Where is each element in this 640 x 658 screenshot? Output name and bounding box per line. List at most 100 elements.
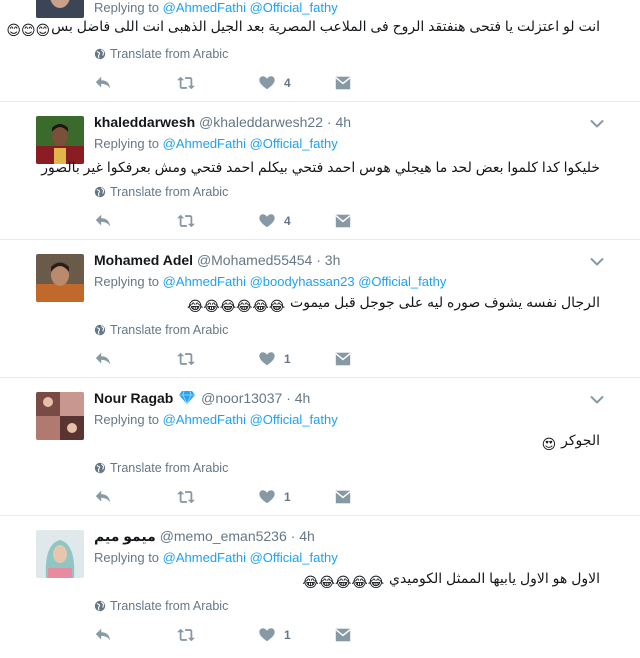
replying-to-label: Replying to — [94, 274, 160, 289]
retweet-button[interactable] — [176, 626, 196, 644]
like-count: 4 — [284, 76, 291, 90]
translate-link[interactable]: Translate from Arabic — [94, 599, 228, 613]
reply-button[interactable] — [94, 350, 112, 368]
mention-link[interactable]: @Official_fathy — [250, 0, 338, 15]
emoji-group: 😍 — [541, 436, 557, 452]
retweet-icon — [176, 74, 196, 92]
tweet-text-body: خليكوا كدا كلموا بعض لحد ما هيجلي هوس اح… — [41, 159, 600, 175]
display-name[interactable]: khaleddarwesh — [94, 114, 195, 130]
tweet-card[interactable]: Nour Ragab @noor13037 · 4h Replying to @… — [0, 378, 640, 516]
replying-to: Replying to @AhmedFathi @Official_fathy — [94, 0, 338, 15]
display-name[interactable]: Nour Ragab — [94, 390, 173, 406]
username[interactable]: @memo_eman5236 — [160, 528, 287, 544]
mention-link[interactable]: @AhmedFathi — [163, 412, 246, 427]
tweet-card[interactable]: Replying to @AhmedFathi @Official_fathy … — [0, 0, 640, 102]
retweet-button[interactable] — [176, 212, 196, 230]
avatar[interactable] — [36, 116, 84, 164]
direct-message-button[interactable] — [334, 626, 352, 644]
tweet-header: khaleddarwesh @khaleddarwesh22 · 4h — [94, 114, 351, 130]
avatar[interactable] — [36, 254, 84, 302]
tweet-actions: 1 — [94, 350, 364, 370]
timestamp[interactable]: 4h — [295, 390, 311, 406]
emoji-group: 😂😂😂😂😂😂 — [186, 298, 286, 314]
direct-message-button[interactable] — [334, 74, 352, 92]
gem-icon — [179, 390, 196, 408]
chevron-down-icon — [590, 395, 604, 405]
avatar[interactable] — [36, 530, 84, 578]
retweet-button[interactable] — [176, 74, 196, 92]
replying-to: Replying to @AhmedFathi @Official_fathy — [94, 550, 338, 565]
like-button[interactable]: 1 — [258, 626, 291, 644]
avatar[interactable] — [36, 392, 84, 440]
replying-to-label: Replying to — [94, 136, 160, 151]
display-name[interactable]: Mohamed Adel — [94, 252, 193, 268]
replying-to-label: Replying to — [94, 412, 160, 427]
mail-icon — [334, 212, 352, 230]
username[interactable]: @Mohamed55454 — [197, 252, 312, 268]
mention-link[interactable]: @Official_fathy — [250, 412, 338, 427]
tweet-text: خليكوا كدا كلموا بعض لحد ما هيجلي هوس اح… — [41, 159, 600, 176]
mention-link[interactable]: @AhmedFathi — [163, 0, 246, 15]
like-button[interactable]: 1 — [258, 350, 291, 368]
retweet-button[interactable] — [176, 350, 196, 368]
like-button[interactable]: 4 — [258, 212, 291, 230]
mention-link[interactable]: @AhmedFathi — [163, 136, 246, 151]
reply-button[interactable] — [94, 74, 112, 92]
mention-link[interactable]: @boodyhassan23 — [250, 274, 355, 289]
translate-link[interactable]: Translate from Arabic — [94, 47, 228, 61]
globe-icon — [94, 462, 106, 474]
reply-button[interactable] — [94, 212, 112, 230]
direct-message-button[interactable] — [334, 488, 352, 506]
more-options-button[interactable] — [590, 254, 604, 272]
tweet-card[interactable]: ميمو ميم @memo_eman5236 · 4h Replying to… — [0, 516, 640, 658]
translate-label: Translate from Arabic — [110, 185, 229, 199]
translate-label: Translate from Arabic — [110, 323, 229, 337]
emoji-group: 😊😊😊 — [6, 22, 51, 38]
heart-icon — [258, 626, 276, 644]
reply-button[interactable] — [94, 626, 112, 644]
tweet-card[interactable]: khaleddarwesh @khaleddarwesh22 · 4h Repl… — [0, 102, 640, 240]
timestamp[interactable]: 4h — [299, 528, 315, 544]
tweet-header: Nour Ragab @noor13037 · 4h — [94, 390, 310, 408]
reply-button[interactable] — [94, 488, 112, 506]
replying-to-label: Replying to — [94, 0, 160, 15]
avatar[interactable] — [36, 0, 84, 18]
display-name[interactable]: ميمو ميم — [94, 528, 156, 544]
heart-icon — [258, 488, 276, 506]
tweet-actions: 1 — [94, 626, 364, 646]
time-separator: · — [286, 390, 291, 406]
more-options-button[interactable] — [590, 116, 604, 134]
tweet-text: الجوكر 😍 — [541, 432, 600, 453]
replying-to: Replying to @AhmedFathi @boodyhassan23 @… — [94, 274, 446, 289]
like-button[interactable]: 1 — [258, 488, 291, 506]
translate-link[interactable]: Translate from Arabic — [94, 461, 228, 475]
mention-link[interactable]: @Official_fathy — [358, 274, 446, 289]
translate-link[interactable]: Translate from Arabic — [94, 185, 228, 199]
direct-message-button[interactable] — [334, 350, 352, 368]
mention-link[interactable]: @Official_fathy — [250, 136, 338, 151]
like-button[interactable]: 4 — [258, 74, 291, 92]
replying-to-label: Replying to — [94, 550, 160, 565]
time-separator: · — [326, 114, 332, 130]
timestamp[interactable]: 4h — [335, 114, 351, 130]
timestamp[interactable]: 3h — [325, 252, 341, 268]
tweet-card[interactable]: Mohamed Adel @Mohamed55454 · 3h Replying… — [0, 240, 640, 378]
retweet-button[interactable] — [176, 488, 196, 506]
direct-message-button[interactable] — [334, 212, 352, 230]
reply-icon — [94, 626, 112, 644]
globe-icon — [94, 324, 106, 336]
mention-link[interactable]: @AhmedFathi — [163, 550, 246, 565]
mention-link[interactable]: @Official_fathy — [250, 550, 338, 565]
tweet-text-body: الجوكر — [561, 432, 600, 448]
like-count: 4 — [284, 214, 291, 228]
reply-icon — [94, 74, 112, 92]
more-options-button[interactable] — [590, 392, 604, 410]
tweet-text-body: انت لو اعتزلت يا فتحى هنفتقد الروح فى ال… — [51, 18, 600, 34]
translate-link[interactable]: Translate from Arabic — [94, 323, 228, 337]
tweet-actions: 4 — [94, 212, 364, 232]
like-count: 1 — [284, 628, 291, 642]
retweet-icon — [176, 488, 196, 506]
mention-link[interactable]: @AhmedFathi — [163, 274, 246, 289]
username[interactable]: @khaleddarwesh22 — [199, 114, 323, 130]
username[interactable]: @noor13037 — [201, 390, 282, 406]
